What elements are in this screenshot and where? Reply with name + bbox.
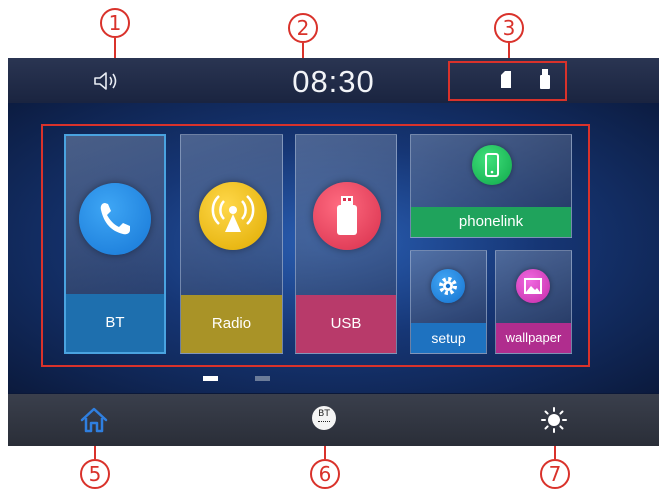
home-icon[interactable]: [79, 406, 109, 434]
callout-3: 3: [494, 13, 524, 43]
callout-2: 2: [288, 13, 318, 43]
bottom-nav-bar: BT: [8, 394, 659, 446]
bt-call-waves: [318, 421, 330, 425]
page-indicator-active[interactable]: [203, 376, 218, 381]
callout-1: 1: [100, 8, 130, 38]
page-indicator-inactive[interactable]: [255, 376, 270, 381]
brightness-icon[interactable]: [540, 406, 568, 434]
callout-7: 7: [540, 459, 570, 489]
status-indicators-highlight: [448, 61, 567, 101]
bluetooth-call-icon[interactable]: BT: [312, 406, 336, 430]
app-tiles-highlight: [41, 124, 590, 367]
bt-call-label: BT: [318, 409, 330, 419]
callout-5: 5: [80, 459, 110, 489]
callout-6: 6: [310, 459, 340, 489]
